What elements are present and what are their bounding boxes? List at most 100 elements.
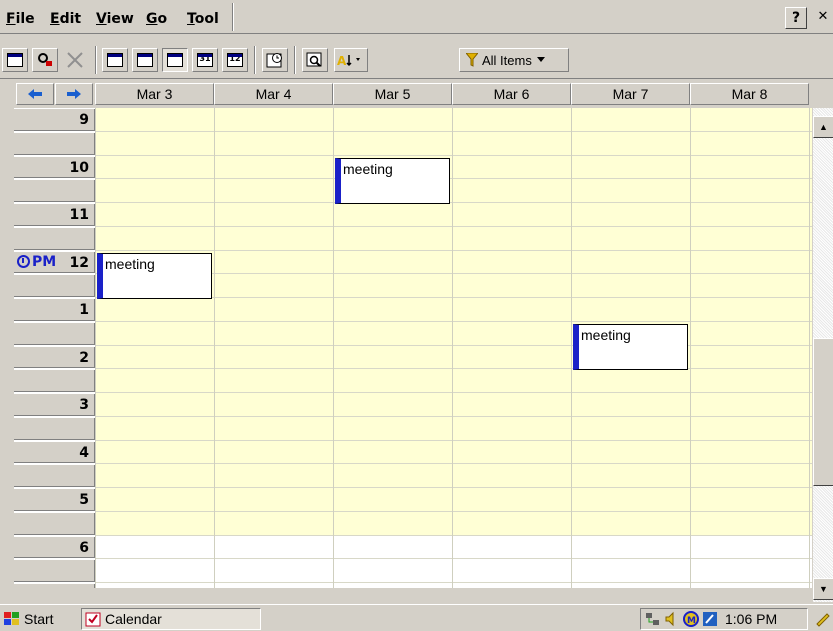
time-slot-label-cell: 6 xyxy=(14,535,95,560)
input-method-icon[interactable] xyxy=(702,611,718,627)
time-slot-row[interactable] xyxy=(95,393,812,417)
new-appointment-button[interactable] xyxy=(2,48,28,72)
help-button[interactable]: ? xyxy=(785,7,807,29)
time-slot-label-cell: 2 xyxy=(14,345,95,370)
delete-icon xyxy=(67,52,83,68)
network-icon[interactable] xyxy=(645,611,661,627)
menu-view[interactable]: View xyxy=(96,11,134,27)
time-slot-row[interactable] xyxy=(95,155,812,180)
hour-label: 9 xyxy=(79,112,89,128)
svg-text:M: M xyxy=(687,616,696,626)
desktop-icon[interactable] xyxy=(815,611,831,627)
time-slot-row[interactable] xyxy=(95,321,812,346)
time-slot-label-cell: 9 xyxy=(14,108,95,132)
time-slot-row[interactable] xyxy=(95,488,812,512)
time-slot-row[interactable] xyxy=(95,511,812,536)
day-header[interactable]: Mar 4 xyxy=(214,83,333,105)
time-slot-row[interactable] xyxy=(95,131,812,156)
time-slot-label-cell: 4 xyxy=(14,440,95,465)
time-slot-label-cell xyxy=(14,179,95,203)
time-slot-row[interactable] xyxy=(95,464,812,488)
time-slot-label-cell xyxy=(14,226,95,251)
day-column-divider xyxy=(690,108,691,588)
scroll-up-button[interactable]: ▲ xyxy=(813,116,833,138)
day-icon xyxy=(137,53,153,67)
toolbar-separator xyxy=(254,46,256,74)
week-view-button[interactable] xyxy=(162,48,188,72)
time-slot-row[interactable] xyxy=(95,535,812,560)
time-slot-row[interactable] xyxy=(95,440,812,465)
arrow-left-icon xyxy=(28,89,42,99)
time-slot-label-cell xyxy=(14,511,95,536)
previous-week-button[interactable] xyxy=(16,83,54,105)
time-slot-row[interactable] xyxy=(95,226,812,251)
next-week-button[interactable] xyxy=(55,83,93,105)
day-column-divider xyxy=(571,108,572,588)
menu-tool[interactable]: Tool xyxy=(187,11,219,27)
chevron-down-icon xyxy=(536,57,545,62)
sort-icon: A xyxy=(337,54,360,68)
time-slot-label-cell: 1 xyxy=(14,298,95,322)
day-column-divider xyxy=(809,108,810,588)
menu-separator xyxy=(232,3,234,31)
category-filter-dropdown[interactable]: All Items xyxy=(459,48,569,72)
properties-button[interactable] xyxy=(32,48,58,72)
pm-label: PM xyxy=(32,253,57,270)
close-button[interactable]: ✕ xyxy=(812,7,833,29)
time-slot-row[interactable] xyxy=(95,108,812,132)
month-view-button[interactable]: 31 xyxy=(192,48,218,72)
clock-time[interactable]: 1:06 PM xyxy=(725,611,777,627)
day-header[interactable]: Mar 6 xyxy=(452,83,571,105)
time-slot-row[interactable] xyxy=(95,559,812,583)
hour-label: 11 xyxy=(69,207,89,223)
appointment[interactable]: meeting xyxy=(97,252,212,299)
time-slot-label-cell: 10 xyxy=(14,155,95,180)
scroll-thumb[interactable] xyxy=(813,338,833,486)
volume-icon[interactable] xyxy=(664,611,680,627)
day-header[interactable]: Mar 8 xyxy=(690,83,809,105)
taskbar-calendar-item[interactable]: Calendar xyxy=(81,608,261,630)
day-header[interactable]: Mar 7 xyxy=(571,83,690,105)
windows-logo-icon xyxy=(4,612,19,625)
properties-icon xyxy=(38,53,52,66)
find-icon xyxy=(306,52,322,67)
hour-label: 4 xyxy=(79,444,89,461)
start-button[interactable]: Start xyxy=(3,608,73,630)
vertical-scrollbar[interactable]: ▲ ▼ xyxy=(812,108,833,602)
toolbar: 31 12 A All Items xyxy=(0,35,833,79)
time-slot-row[interactable] xyxy=(95,179,812,203)
appointment[interactable]: meeting xyxy=(335,157,450,204)
menu-go[interactable]: Go xyxy=(146,11,167,27)
time-slot-row[interactable] xyxy=(95,298,812,322)
time-slot-row[interactable] xyxy=(95,369,812,393)
scroll-down-button[interactable]: ▼ xyxy=(813,578,833,600)
year-view-button[interactable]: 12 xyxy=(222,48,248,72)
calendar-app-icon xyxy=(85,612,101,627)
day-header[interactable]: Mar 3 xyxy=(95,83,214,105)
menu-edit[interactable]: Edit xyxy=(50,11,81,27)
messenger-icon[interactable]: M xyxy=(683,611,699,627)
system-tray: M 1:06 PM xyxy=(640,608,808,630)
menu-file[interactable]: File xyxy=(6,11,35,27)
day-column-divider xyxy=(95,108,96,588)
time-slot-label-cell: 5 xyxy=(14,488,95,512)
time-slot-row[interactable] xyxy=(95,345,812,370)
time-slot-row[interactable] xyxy=(95,583,812,588)
time-slot-label-cell xyxy=(14,274,95,298)
week-grid[interactable]: 91011121234567PMmeetingmeetingmeeting xyxy=(0,108,812,588)
go-to-today-button[interactable] xyxy=(262,48,288,72)
taskbar-calendar-label: Calendar xyxy=(105,611,162,627)
start-label: Start xyxy=(24,611,54,627)
filter-icon xyxy=(466,53,478,67)
day-header[interactable]: Mar 5 xyxy=(333,83,452,105)
find-button[interactable] xyxy=(302,48,328,72)
time-slot-row[interactable] xyxy=(95,203,812,227)
hour-label: 5 xyxy=(79,492,89,508)
agenda-view-button[interactable] xyxy=(102,48,128,72)
time-slot-row[interactable] xyxy=(95,416,812,441)
hour-label: 7 xyxy=(79,587,89,588)
day-view-button[interactable] xyxy=(132,48,158,72)
delete-button[interactable] xyxy=(62,48,88,72)
sort-button[interactable]: A xyxy=(334,48,368,72)
appointment[interactable]: meeting xyxy=(573,323,688,371)
